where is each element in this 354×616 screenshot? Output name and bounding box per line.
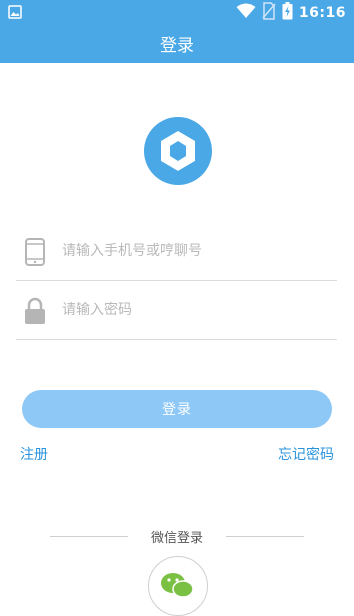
login-button[interactable]: 登录 bbox=[22, 390, 332, 428]
phone-icon bbox=[24, 238, 46, 270]
wifi-icon bbox=[236, 3, 256, 23]
image-notification-icon bbox=[8, 4, 22, 23]
password-field bbox=[16, 281, 337, 340]
no-sim-icon bbox=[262, 2, 276, 24]
page-title: 登录 bbox=[160, 36, 194, 56]
clock-text: 16:16 bbox=[298, 5, 346, 21]
app-logo-icon bbox=[144, 117, 212, 185]
phone-field bbox=[16, 222, 337, 281]
register-link[interactable]: 注册 bbox=[20, 444, 48, 464]
status-bar: 16:16 bbox=[0, 0, 354, 24]
battery-charging-icon bbox=[282, 2, 293, 24]
password-input[interactable] bbox=[60, 295, 324, 325]
title-bar: 登录 bbox=[0, 24, 354, 63]
wechat-login-button[interactable] bbox=[148, 556, 208, 616]
wechat-login-label: 微信登录 bbox=[150, 531, 203, 546]
wechat-icon bbox=[161, 573, 194, 598]
forgot-password-link[interactable]: 忘记密码 bbox=[278, 444, 334, 464]
lock-icon bbox=[24, 297, 46, 329]
phone-input[interactable] bbox=[60, 236, 324, 266]
